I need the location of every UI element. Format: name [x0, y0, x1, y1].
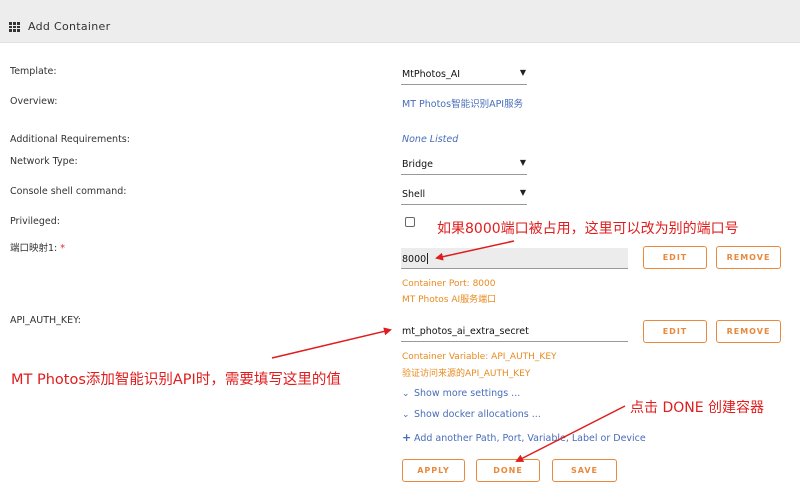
template-label: Template: — [10, 66, 57, 77]
network-type-value: Bridge — [402, 159, 433, 170]
page-title: Add Container — [28, 20, 111, 33]
additional-requirements-value: None Listed — [402, 134, 459, 145]
api-key-info-description: 验证访问来源的API_AUTH_KEY — [402, 369, 531, 379]
add-another-text: Add another Path, Port, Variable, Label … — [414, 433, 646, 444]
port-value: 8000 — [402, 254, 427, 265]
api-key-remove-button[interactable]: REMOVE — [716, 320, 781, 343]
additional-requirements-label: Additional Requirements: — [10, 134, 130, 145]
privileged-label: Privileged: — [10, 216, 60, 227]
api-key-edit-button[interactable]: EDIT — [643, 320, 707, 343]
done-button[interactable]: DONE — [476, 459, 540, 482]
console-shell-select[interactable]: Shell ▼ — [401, 187, 527, 205]
apply-button[interactable]: APPLY — [402, 459, 465, 482]
api-key-value: mt_photos_ai_extra_secret — [402, 326, 529, 337]
port-remove-button[interactable]: REMOVE — [716, 246, 781, 269]
template-value: MtPhotos_AI — [402, 69, 461, 80]
port-info-description: MT Photos AI服务端口 — [402, 295, 497, 305]
save-button[interactable]: SAVE — [552, 459, 617, 482]
network-type-select[interactable]: Bridge ▼ — [401, 157, 527, 175]
grid-icon — [9, 22, 20, 32]
overview-value: MT Photos智能识别API服务 — [402, 99, 524, 110]
annotation-port-note: 如果8000端口被占用，这里可以改为别的端口号 — [437, 221, 739, 237]
annotation-key-note: MT Photos添加智能识别API时，需要填写这里的值 — [11, 372, 341, 388]
show-more-settings-link[interactable]: ⌄ Show more settings ... — [402, 388, 520, 399]
api-key-label: API_AUTH_KEY: — [10, 315, 81, 326]
port-edit-button[interactable]: EDIT — [643, 246, 707, 269]
plus-icon: + — [402, 431, 412, 444]
show-docker-allocations-link[interactable]: ⌄ Show docker allocations ... — [402, 409, 541, 420]
overview-label: Overview: — [10, 96, 58, 107]
chevron-down-icon: ▼ — [519, 68, 526, 77]
chevron-down-icon: ⌄ — [402, 389, 410, 399]
port-mapping-label: 端口映射1: * — [10, 243, 66, 254]
privileged-checkbox[interactable] — [405, 217, 415, 227]
port-input[interactable]: 8000 — [401, 248, 628, 269]
add-another-link[interactable]: + Add another Path, Port, Variable, Label… — [402, 431, 646, 444]
port-info-container: Container Port: 8000 — [402, 279, 496, 289]
template-select[interactable]: MtPhotos_AI ▼ — [401, 67, 527, 85]
console-shell-label: Console shell command: — [10, 186, 127, 197]
network-type-label: Network Type: — [10, 156, 78, 167]
header-bar: Add Container — [0, 0, 800, 43]
api-key-input[interactable]: mt_photos_ai_extra_secret — [401, 321, 628, 342]
text-caret — [427, 253, 429, 264]
console-shell-value: Shell — [402, 189, 426, 200]
show-more-settings-text: Show more settings ... — [414, 388, 521, 399]
required-mark: * — [60, 243, 66, 254]
show-docker-allocations-text: Show docker allocations ... — [414, 409, 541, 420]
chevron-down-icon: ⌄ — [402, 410, 410, 420]
api-key-info-variable: Container Variable: API_AUTH_KEY — [402, 352, 557, 362]
chevron-down-icon: ▼ — [519, 188, 526, 197]
annotation-done-note: 点击 DONE 创建容器 — [630, 400, 765, 416]
chevron-down-icon: ▼ — [519, 158, 526, 167]
arrow-to-api-key-input — [271, 327, 392, 359]
